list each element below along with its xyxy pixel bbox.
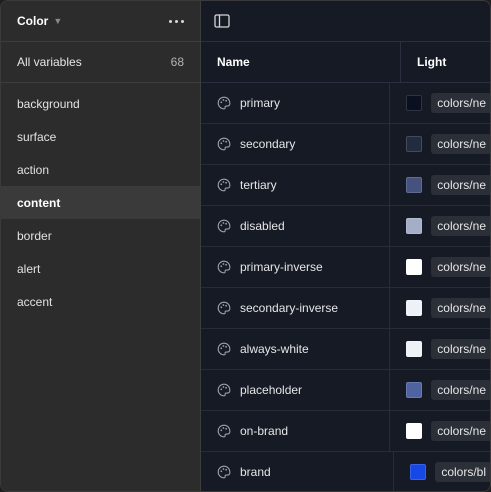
variable-value-cell[interactable]: colors/ne [390,257,490,277]
variable-name: placeholder [240,383,303,397]
table-row: tertiary colors/ne [201,165,490,206]
variable-name: disabled [240,219,285,233]
chevron-down-icon: ▼ [53,16,63,26]
group-item[interactable]: action [1,153,200,186]
color-swatch [406,218,423,234]
variable-value-cell[interactable]: colors/ne [390,93,490,113]
table-row: brand colors/bl [201,452,490,491]
collection-name: Color [17,14,49,28]
color-variable-icon [217,383,231,397]
group-item[interactable]: content [1,186,200,219]
group-item[interactable]: background [1,87,200,120]
alias-pill: colors/ne [431,175,490,195]
color-variable-icon [217,301,231,315]
variable-value-cell[interactable]: colors/ne [390,380,490,400]
table-row: disabled colors/ne [201,206,490,247]
variable-value-cell[interactable]: colors/ne [390,298,490,318]
color-swatch [406,382,423,398]
variable-name-cell[interactable]: brand [201,452,395,491]
variable-name-cell[interactable]: tertiary [201,165,391,205]
color-swatch [406,95,423,111]
sidebar-toggle-icon[interactable] [213,12,231,30]
variable-name-cell[interactable]: placeholder [201,370,391,410]
all-variables-item[interactable]: All variables 68 [1,42,200,83]
table-row: secondary colors/ne [201,124,490,165]
variable-name-cell[interactable]: disabled [201,206,391,246]
color-variable-icon [217,219,231,233]
color-variable-icon [217,465,231,479]
color-swatch [406,259,423,275]
color-swatch [406,177,423,193]
color-variable-icon [217,342,231,356]
variables-window: Color ▼ All variables 68 background surfa… [0,0,491,492]
alias-pill: colors/ne [431,380,490,400]
table-row: placeholder colors/ne [201,370,490,411]
color-variable-icon [217,424,231,438]
alias-pill: colors/ne [431,134,490,154]
variable-value-cell[interactable]: colors/ne [390,134,490,154]
more-dot [181,19,184,23]
more-dot [175,19,178,23]
variable-name: secondary [240,137,296,151]
table-row: primary-inverse colors/ne [201,247,490,288]
variable-value-cell[interactable]: colors/ne [390,421,490,441]
variable-name: tertiary [240,178,277,192]
table-row: always-white colors/ne [201,329,490,370]
variable-name-cell[interactable]: secondary-inverse [201,288,391,328]
panel-toolbar [201,1,490,42]
variable-name: on-brand [240,424,289,438]
variable-name-cell[interactable]: primary [201,83,391,123]
variable-name-cell[interactable]: always-white [201,329,391,369]
alias-pill: colors/ne [431,257,490,277]
alias-pill: colors/ne [431,339,490,359]
alias-pill: colors/ne [431,93,490,113]
group-item[interactable]: alert [1,252,200,285]
color-swatch [406,300,423,316]
alias-pill: colors/ne [431,216,490,236]
table-row: primary colors/ne [201,83,490,124]
variable-name: primary [240,96,281,110]
color-swatch [406,423,423,439]
column-header-mode[interactable]: Light [401,55,446,69]
alias-pill: colors/ne [431,421,490,441]
table-row: secondary-inverse colors/ne [201,288,490,329]
variable-name: primary-inverse [240,260,323,274]
column-header-name[interactable]: Name [201,42,401,82]
variable-name-cell[interactable]: primary-inverse [201,247,391,287]
variable-rows: primary colors/ne secondary colors/ne tertia… [201,83,490,491]
variable-value-cell[interactable]: colors/ne [390,175,490,195]
color-swatch [406,136,423,152]
all-variables-label: All variables [17,55,82,69]
collections-sidebar: Color ▼ All variables 68 background surfa… [1,1,201,491]
alias-pill: colors/bl [435,462,490,482]
collection-dropdown[interactable]: Color ▼ [17,14,62,28]
group-list: background surface action content border aler… [1,83,200,318]
group-item[interactable]: surface [1,120,200,153]
variable-value-cell[interactable]: colors/ne [390,339,490,359]
variable-value-cell[interactable]: colors/ne [390,216,490,236]
variable-name: always-white [240,342,309,356]
all-variables-count: 68 [170,55,184,69]
variables-panel: Name Light primary colors/ne secondary colo… [201,1,490,491]
table-header: Name Light [201,42,490,83]
color-variable-icon [217,96,231,110]
color-swatch [410,464,427,480]
color-variable-icon [217,137,231,151]
variable-name-cell[interactable]: on-brand [201,411,391,451]
alias-pill: colors/ne [431,298,490,318]
variable-value-cell[interactable]: colors/bl [394,462,490,482]
group-item[interactable]: accent [1,285,200,318]
more-options-button[interactable] [165,16,188,27]
variable-name: secondary-inverse [240,301,339,315]
color-swatch [406,341,423,357]
color-variable-icon [217,178,231,192]
table-row: on-brand colors/ne [201,411,490,452]
color-variable-icon [217,260,231,274]
variable-name: brand [240,465,271,479]
sidebar-header: Color ▼ [1,1,200,42]
group-item[interactable]: border [1,219,200,252]
variable-name-cell[interactable]: secondary [201,124,391,164]
more-horizontal-icon [169,19,172,23]
